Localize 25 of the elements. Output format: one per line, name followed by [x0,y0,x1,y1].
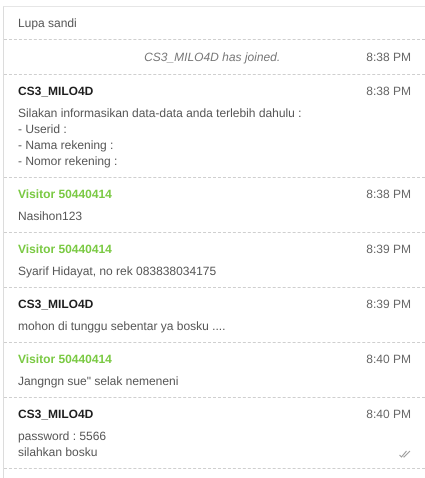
message-time: 8:38 PM [366,50,411,64]
message-text: Silakan informasikan data-data anda terlebih dahulu : [18,105,303,121]
sender-name: Visitor 50440414 [18,187,112,201]
sender-name: Visitor 50440414 [18,352,112,366]
message-text: - Userid : [18,121,68,137]
message-text: Lupa sandi [18,15,78,31]
message-text: password : 5566 [18,428,108,444]
message-text: mohon di tunggu sebentar ya bosku .... [18,318,226,334]
system-message: CS3_MILO4D has joined. [143,50,282,64]
message-text: Jangngn sue" selak nemeneni [18,373,180,389]
message-text: - Nomor rekening : [18,153,118,169]
message-time: 8:38 PM [366,84,411,98]
message-time: 8:39 PM [366,242,411,256]
message-text: Nasihon123 [18,208,84,224]
sender-name: CS3_MILO4D [18,297,94,311]
message-time: 8:40 PM [366,407,411,421]
message-text: - Nama rekening : [18,137,114,153]
sender-name: Visitor 50440414 [18,242,112,256]
message-time: 8:39 PM [366,297,411,311]
message-text: Syarif Hidayat, no rek 083838034175 [18,263,218,279]
message-time: 8:38 PM [366,187,411,201]
sender-name: CS3_MILO4D [18,84,94,98]
message-time: 8:40 PM [366,352,411,366]
sender-name: CS3_MILO4D [18,407,94,421]
message-text: silahkan bosku [18,444,98,460]
